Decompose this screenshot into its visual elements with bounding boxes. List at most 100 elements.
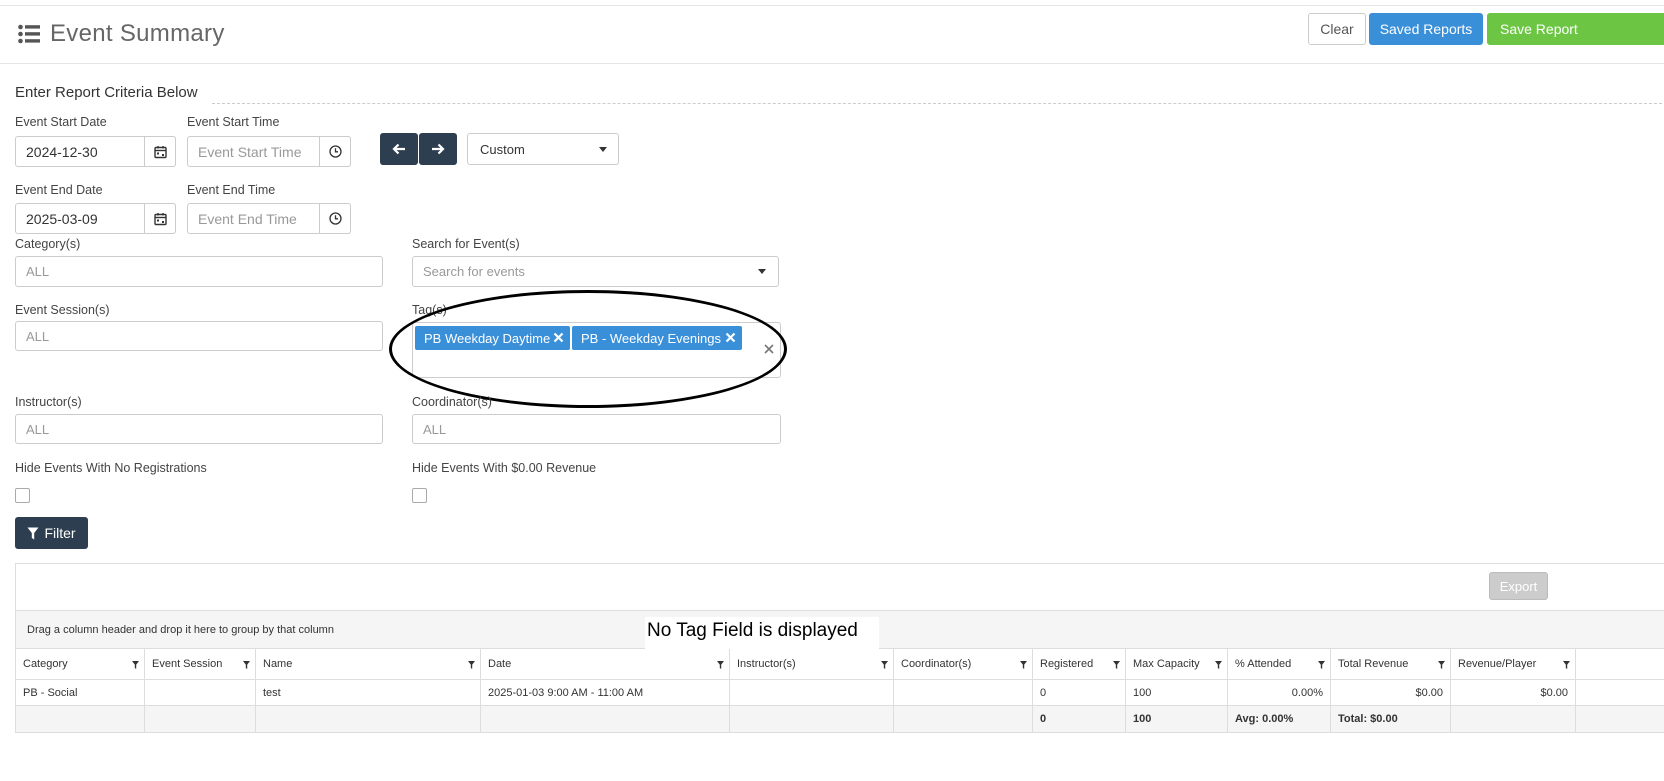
column-header-label: Max Capacity xyxy=(1133,658,1200,670)
column-filter-icon[interactable] xyxy=(1438,661,1445,669)
annotation-note: No Tag Field is displayed xyxy=(645,617,879,650)
criteria-heading: Enter Report Criteria Below xyxy=(15,84,198,101)
date-range-select[interactable]: Custom xyxy=(467,133,619,165)
column-filter-icon[interactable] xyxy=(881,661,888,669)
column-filter-icon[interactable] xyxy=(1563,661,1570,669)
hide-no-registrations-checkbox[interactable] xyxy=(15,488,30,503)
start-date-input[interactable]: 2024-12-30 xyxy=(15,136,176,167)
footer-cell-instructor xyxy=(730,706,894,732)
column-filter-icon[interactable] xyxy=(1020,661,1027,669)
clock-icon[interactable] xyxy=(319,203,351,234)
clear-button[interactable]: Clear xyxy=(1308,13,1366,45)
table-row[interactable]: PB - Social test 2025-01-03 9:00 AM - 11:0… xyxy=(16,680,1664,706)
cell-date: 2025-01-03 9:00 AM - 11:00 AM xyxy=(481,680,730,705)
hide-zero-revenue-checkbox[interactable] xyxy=(412,488,427,503)
column-header-event-session[interactable]: Event Session xyxy=(145,649,256,679)
footer-cell-total-revenue: Total: $0.00 xyxy=(1331,706,1451,732)
column-header-name[interactable]: Name xyxy=(256,649,481,679)
category-placeholder: ALL xyxy=(26,264,50,279)
footer-cell-name xyxy=(256,706,481,732)
column-filter-icon[interactable] xyxy=(243,661,250,669)
cell-category: PB - Social xyxy=(16,680,145,705)
column-header-label: Event Session xyxy=(152,658,223,670)
chevron-down-icon xyxy=(758,269,766,274)
end-date-input[interactable]: 2025-03-09 xyxy=(15,203,176,234)
coordinator-placeholder: ALL xyxy=(423,421,447,437)
list-icon xyxy=(18,24,40,44)
coordinator-label: Coordinator(s) xyxy=(412,395,492,409)
column-header-label: Total Revenue xyxy=(1338,658,1409,670)
clock-icon[interactable] xyxy=(319,136,351,167)
search-events-select[interactable]: Search for events xyxy=(412,256,779,287)
footer-cell-category xyxy=(16,706,145,732)
export-button[interactable]: Export xyxy=(1489,572,1548,600)
start-time-label: Event Start Time xyxy=(187,115,280,129)
start-time-input[interactable]: Event Start Time xyxy=(187,136,351,167)
footer-cell-max-capacity: 100 xyxy=(1126,706,1228,732)
column-header-category[interactable]: Category xyxy=(16,649,145,679)
end-date-label: Event End Date xyxy=(15,183,103,197)
cell-max-capacity: 100 xyxy=(1126,680,1228,705)
column-filter-icon[interactable] xyxy=(1318,661,1325,669)
arrow-left-icon xyxy=(392,143,405,155)
column-header-attended[interactable]: % Attended xyxy=(1228,649,1331,679)
start-date-value: 2024-12-30 xyxy=(26,143,98,160)
calendar-icon[interactable] xyxy=(144,136,176,167)
group-hint: Drag a column header and drop it here to… xyxy=(27,624,334,636)
column-header-coordinator[interactable]: Coordinator(s) xyxy=(894,649,1033,679)
column-filter-icon[interactable] xyxy=(132,661,139,669)
save-report-button[interactable]: Save Report xyxy=(1487,13,1664,45)
cell-registered: 0 xyxy=(1033,680,1126,705)
column-header-total-revenue[interactable]: Total Revenue xyxy=(1331,649,1451,679)
next-period-button[interactable] xyxy=(419,133,457,165)
search-events-placeholder: Search for events xyxy=(423,264,525,279)
session-label: Event Session(s) xyxy=(15,303,110,317)
column-header-label: Revenue/Player xyxy=(1458,658,1537,670)
footer-cell-event-session xyxy=(145,706,256,732)
search-events-label: Search for Event(s) xyxy=(412,237,520,251)
page-header: Event Summary Clear Saved Reports Save R… xyxy=(0,6,1664,64)
column-header-label: Coordinator(s) xyxy=(901,658,972,670)
session-placeholder: ALL xyxy=(26,328,50,344)
session-input[interactable]: ALL xyxy=(15,321,383,351)
cell-attended: 0.00% xyxy=(1228,680,1331,705)
end-time-input[interactable]: Event End Time xyxy=(187,203,351,234)
arrow-right-icon xyxy=(432,143,445,155)
cell-name: test xyxy=(256,680,481,705)
page-title: Event Summary xyxy=(50,20,225,47)
column-header-instructor[interactable]: Instructor(s) xyxy=(730,649,894,679)
end-time-placeholder: Event End Time xyxy=(198,210,297,227)
column-header-date[interactable]: Date xyxy=(481,649,730,679)
column-filter-icon[interactable] xyxy=(1113,661,1120,669)
date-range-value: Custom xyxy=(480,141,525,157)
footer-cell-revenue-per-player xyxy=(1451,706,1576,732)
coordinator-input[interactable]: ALL xyxy=(412,414,781,444)
instructor-input[interactable]: ALL xyxy=(15,414,383,444)
cell-event-session xyxy=(145,680,256,705)
calendar-icon[interactable] xyxy=(144,203,176,234)
column-header-label: Instructor(s) xyxy=(737,658,796,670)
funnel-icon xyxy=(27,527,39,539)
hide-zero-revenue-label: Hide Events With $0.00 Revenue xyxy=(412,461,597,475)
instructor-label: Instructor(s) xyxy=(15,395,82,409)
column-filter-icon[interactable] xyxy=(468,661,475,669)
saved-reports-button[interactable]: Saved Reports xyxy=(1369,13,1483,45)
filter-button[interactable]: Filter xyxy=(15,517,88,549)
cell-total-revenue: $0.00 xyxy=(1331,680,1451,705)
column-header-label: Category xyxy=(23,658,68,670)
column-filter-icon[interactable] xyxy=(1215,661,1222,669)
column-header-registered[interactable]: Registered xyxy=(1033,649,1126,679)
column-header-max-capacity[interactable]: Max Capacity xyxy=(1126,649,1228,679)
annotation-oval xyxy=(389,290,787,408)
grid-toolbar: Export xyxy=(16,564,1664,611)
footer-cell-coordinator xyxy=(894,706,1033,732)
results-grid: Export Drag a column header and drop it … xyxy=(15,563,1664,733)
category-input[interactable]: ALL xyxy=(15,256,383,287)
footer-cell-attended: Avg: 0.00% xyxy=(1228,706,1331,732)
previous-period-button[interactable] xyxy=(380,133,418,165)
column-header-label: Date xyxy=(488,658,512,670)
end-date-value: 2025-03-09 xyxy=(26,210,98,227)
filter-label: Filter xyxy=(44,525,76,541)
column-filter-icon[interactable] xyxy=(717,661,724,669)
column-header-revenue-per-player[interactable]: Revenue/Player xyxy=(1451,649,1576,679)
